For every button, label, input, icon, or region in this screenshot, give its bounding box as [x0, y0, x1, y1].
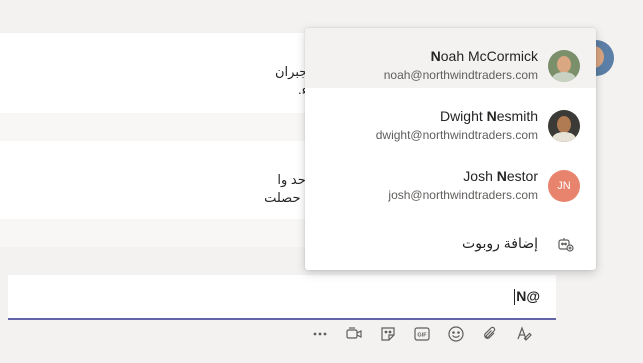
mention-name: Dwight Nesmith [439, 108, 538, 124]
compose-text-value: N@ [516, 288, 540, 304]
attach-icon[interactable] [473, 320, 507, 348]
compose-toolbar: GIF [303, 320, 541, 348]
avatar [548, 50, 580, 82]
avatar [548, 110, 580, 142]
mention-name: Josh Nestor [463, 168, 538, 184]
bot-add-icon [556, 235, 574, 253]
meet-now-icon[interactable] [337, 320, 371, 348]
compose-input[interactable]: N@ [514, 288, 540, 306]
mention-email: noah@northwindtraders.com [383, 68, 538, 82]
svg-text:GIF: GIF [417, 333, 427, 339]
add-bot-label: إضافة روبوت [462, 235, 538, 251]
mention-name: Noah McCormick [430, 48, 538, 64]
compose-box[interactable]: N@ [8, 275, 556, 320]
avatar-initials: JN [548, 170, 580, 202]
mention-suggestions-popup: Noah McCormick noah@northwindtraders.com… [305, 28, 596, 270]
add-bot-button[interactable]: إضافة روبوت [305, 230, 596, 270]
more-icon[interactable] [303, 320, 337, 348]
mention-email: josh@northwindtraders.com [388, 188, 538, 202]
format-icon[interactable] [507, 320, 541, 348]
mention-item[interactable]: Dwight Nesmith dwight@northwindtraders.c… [305, 88, 596, 148]
mention-item[interactable]: Noah McCormick noah@northwindtraders.com [305, 28, 596, 88]
gif-icon[interactable]: GIF [405, 320, 439, 348]
emoji-icon[interactable] [439, 320, 473, 348]
mention-item[interactable]: Josh Nestor josh@northwindtraders.com JN [305, 148, 596, 208]
sticker-icon[interactable] [371, 320, 405, 348]
mention-email: dwight@northwindtraders.com [375, 128, 538, 142]
